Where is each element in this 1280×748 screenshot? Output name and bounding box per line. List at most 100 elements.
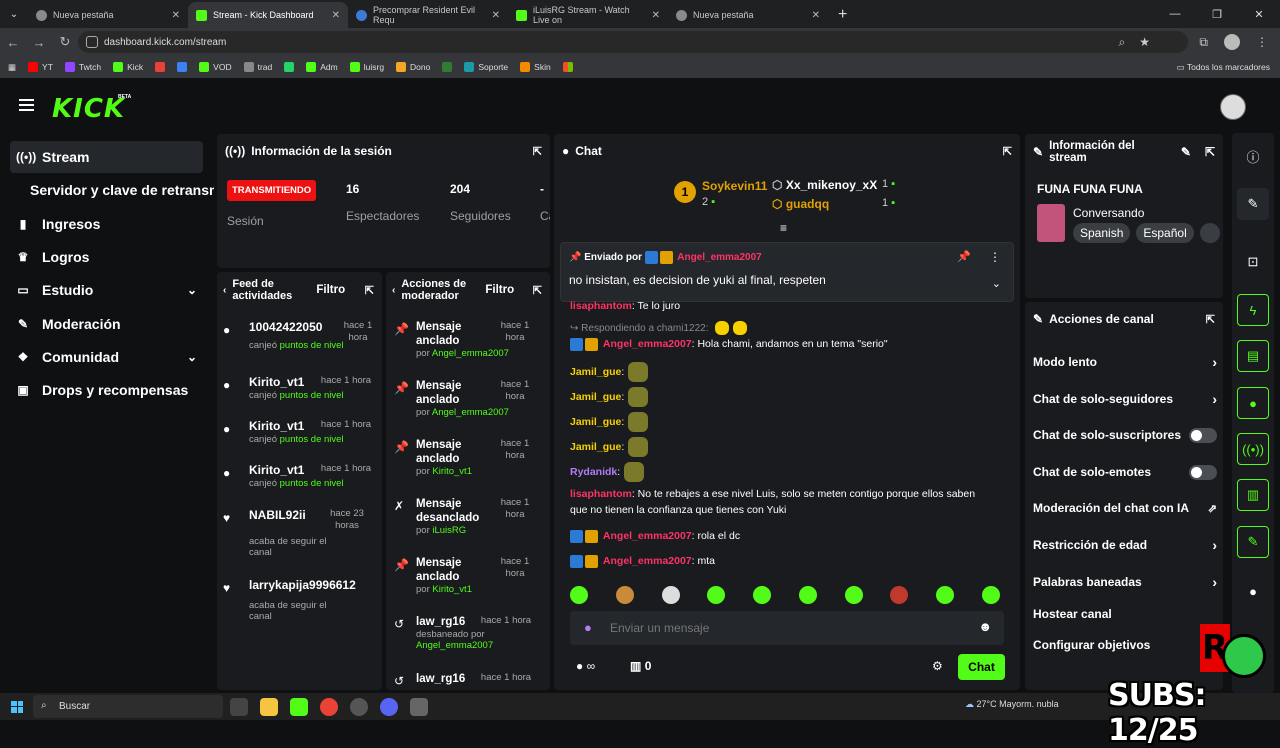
browser-tab[interactable]: Nueva pestaña ✕ — [28, 2, 188, 28]
bookmark[interactable]: Kick — [113, 62, 143, 72]
close-window-icon[interactable]: ✕ — [1238, 8, 1280, 21]
pin-icon[interactable]: 📌 — [957, 250, 971, 263]
bookmark[interactable]: trad — [243, 62, 272, 72]
pinned-user[interactable]: Angel_emma2007 — [677, 252, 762, 263]
subscribers-only-option[interactable]: Chat de solo-suscriptores — [1033, 427, 1217, 443]
chat-username[interactable]: lisaphantom — [570, 300, 632, 312]
tag-chip-overflow[interactable] — [1199, 223, 1220, 243]
sidebar-item-studio[interactable]: ▭ Estudio ⌄ — [10, 274, 203, 306]
apps-icon[interactable]: ▦ — [8, 62, 16, 73]
close-icon[interactable]: ✕ — [172, 10, 180, 21]
bookmark[interactable] — [284, 62, 295, 72]
url-field[interactable]: dashboard.kick.com/stream — [78, 31, 1188, 53]
edit-icon[interactable]: ✎ — [1237, 188, 1269, 220]
bookmark[interactable] — [442, 62, 453, 72]
new-tab-button[interactable]: + — [828, 2, 857, 28]
emotes-only-option[interactable]: Chat de solo-emotes — [1033, 464, 1217, 480]
settings-icon[interactable] — [410, 697, 428, 716]
notes-icon[interactable]: ▤ — [1237, 340, 1269, 372]
edit-icon[interactable]: ✎ — [1181, 145, 1191, 159]
maximize-icon[interactable]: ❐ — [1196, 8, 1238, 21]
expand-icon[interactable]: ⇱ — [1003, 145, 1012, 158]
lightning-icon[interactable]: ϟ — [1237, 294, 1269, 326]
emote-icon[interactable] — [753, 586, 772, 604]
info-icon[interactable]: ⓘ — [1237, 140, 1269, 172]
chat-username[interactable]: Rydanidk — [570, 466, 617, 478]
emote-icon[interactable] — [844, 586, 863, 604]
sidebar-item-server-key[interactable]: Servidor y clave de retransm — [10, 174, 214, 206]
chat-username[interactable]: Jamil_gue — [570, 416, 621, 428]
sidebar-item-community[interactable]: ❖ Comunidad ⌄ — [10, 341, 203, 373]
browser-tab-active[interactable]: Stream - Kick Dashboard ✕ — [188, 2, 348, 28]
close-icon[interactable]: ✕ — [492, 10, 500, 21]
close-icon[interactable]: ✕ — [812, 10, 820, 21]
file-explorer-icon[interactable] — [260, 697, 278, 716]
banned-words-option[interactable]: Palabras baneadas › — [1033, 574, 1217, 590]
store-points[interactable]: ▥ 0 — [630, 659, 651, 673]
bookmark[interactable]: YT — [28, 62, 53, 72]
emote-icon[interactable] — [890, 586, 909, 604]
wrench-icon[interactable]: ✎ — [1237, 526, 1269, 558]
chevron-left-icon[interactable]: ‹ — [392, 285, 395, 296]
kick-app-icon[interactable] — [290, 697, 308, 716]
kick-logo[interactable]: KICK — [52, 94, 125, 124]
expand-icon[interactable]: ⇱ — [533, 145, 542, 158]
taskbar-search[interactable]: ⌕ Buscar — [33, 695, 223, 718]
user-avatar[interactable] — [1220, 94, 1246, 120]
tag-chip[interactable]: Spanish — [1073, 223, 1131, 243]
menu-icon[interactable]: ⋮ — [1256, 35, 1268, 49]
discord-icon[interactable] — [380, 697, 398, 716]
chat-username[interactable]: Jamil_gue — [570, 366, 621, 378]
bookmark[interactable] — [562, 62, 573, 72]
settings-icon[interactable]: ⚙ — [932, 659, 943, 673]
goals-option[interactable]: Configurar objetivos — [1033, 638, 1213, 652]
chat-username[interactable]: Angel_emma2007 — [603, 530, 692, 542]
more-options-icon[interactable]: ⋮ — [989, 250, 1001, 264]
bookmark[interactable]: VOD — [199, 62, 232, 72]
emoji-icon[interactable]: ☻ — [978, 619, 992, 634]
chrome-icon[interactable] — [320, 697, 338, 716]
ai-moderation-option[interactable]: Moderación del chat con IA ⇗ — [1033, 501, 1217, 515]
sidebar-item-stream[interactable]: ((•)) Stream — [10, 141, 203, 173]
chat-message-input[interactable] — [610, 617, 960, 639]
browser-tab[interactable]: Nueva pestaña ✕ — [668, 2, 828, 28]
reload-icon[interactable]: ↻ — [52, 34, 78, 50]
sidebar-item-achievements[interactable]: ♛ Logros — [10, 241, 203, 273]
followers-only-option[interactable]: Chat de solo-seguidores › — [1033, 391, 1217, 407]
subscribers-only-toggle[interactable] — [1189, 427, 1217, 443]
emote-icon[interactable] — [615, 586, 634, 604]
emote-icon[interactable] — [798, 586, 817, 604]
sidebar-item-moderation[interactable]: ✎ Moderación — [10, 308, 203, 340]
collapse-icon[interactable]: ≡ — [780, 221, 787, 235]
obs-icon[interactable] — [350, 697, 368, 716]
emote-icon[interactable] — [661, 586, 680, 604]
all-bookmarks[interactable]: ▭ Todos los marcadores — [1177, 62, 1270, 73]
chat-username[interactable]: lisaphantom — [570, 488, 632, 500]
broadcast-icon[interactable]: ((•)) — [1237, 433, 1269, 465]
windows-start-icon[interactable] — [11, 700, 23, 713]
camera-icon[interactable]: ⊡ — [1237, 246, 1269, 278]
minimize-icon[interactable]: — — [1154, 8, 1196, 20]
chat-username[interactable]: Angel_emma2007 — [603, 555, 692, 567]
bookmark[interactable]: Adm — [306, 62, 338, 72]
chat-username[interactable]: Angel_emma2007 — [603, 338, 692, 350]
tag-chip[interactable]: Español — [1136, 223, 1194, 243]
chat-username[interactable]: Jamil_gue — [570, 391, 621, 403]
expand-icon[interactable]: ⇱ — [533, 284, 542, 297]
top-gifter-name[interactable]: Soykevin11 — [702, 179, 767, 193]
expand-icon[interactable]: ⇱ — [1205, 145, 1215, 159]
points-infinite[interactable]: ● ∞ — [576, 659, 595, 673]
category-thumbnail[interactable] — [1037, 204, 1065, 242]
chevron-down-icon[interactable]: ⌄ — [992, 277, 1001, 290]
slow-mode-option[interactable]: Modo lento › — [1033, 354, 1217, 370]
stream-category[interactable]: Conversando — [1073, 206, 1144, 220]
host-channel-option[interactable]: Hostear canal — [1033, 607, 1213, 621]
layout-icon[interactable]: ▥ — [1237, 479, 1269, 511]
browser-tab[interactable]: Precomprar Resident Evil Requ ✕ — [348, 2, 508, 28]
chat-icon[interactable]: ● — [1237, 387, 1269, 419]
back-icon[interactable]: ← — [0, 35, 26, 50]
bookmark[interactable]: Skin — [520, 62, 551, 72]
filter-button[interactable]: Filtro — [316, 284, 345, 296]
expand-icon[interactable]: ⇱ — [1206, 313, 1215, 326]
points-icon[interactable]: ● — [1237, 575, 1269, 607]
